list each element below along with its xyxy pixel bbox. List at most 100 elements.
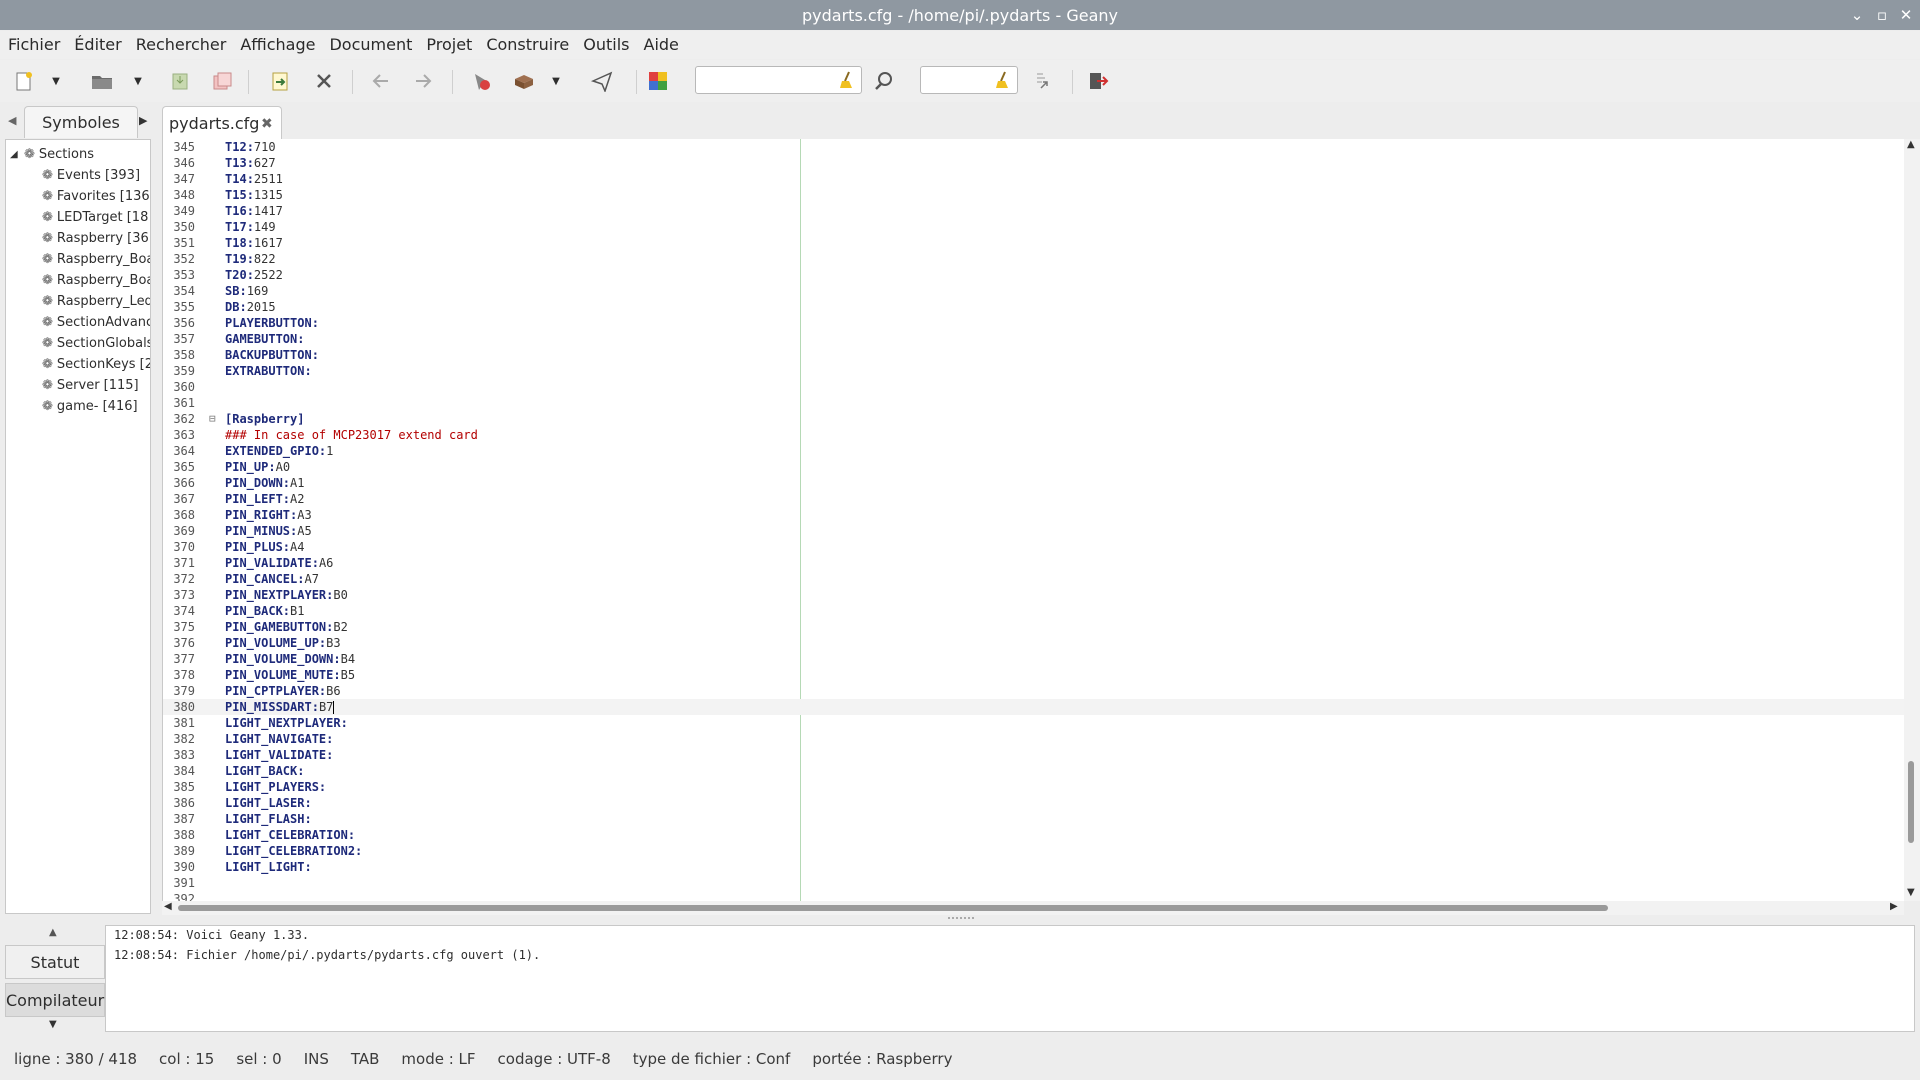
key-value: PIN_VALIDATE:A6 <box>225 555 333 571</box>
new-file-button[interactable] <box>10 68 38 94</box>
compile-icon <box>475 74 490 90</box>
find-button[interactable] <box>870 68 898 94</box>
quit-button[interactable] <box>1084 68 1112 94</box>
key-value: T20:2522 <box>225 267 283 283</box>
line-number: 349 <box>173 204 195 218</box>
save-button[interactable] <box>166 68 194 94</box>
menu-construire[interactable]: Construire <box>482 31 577 59</box>
save-all-button[interactable] <box>208 68 236 94</box>
status-messages[interactable]: 12:08:54: Voici Geany 1.33. 12:08:54: Fi… <box>105 925 1915 1032</box>
tree-item[interactable]: ❁ Raspberry_Led <box>42 292 150 312</box>
line-number: 373 <box>173 588 195 602</box>
separator: : <box>333 668 341 682</box>
scroll-left-icon[interactable]: ◀ <box>164 901 172 912</box>
build-button[interactable] <box>510 68 538 94</box>
code-line: 358 BACKUPBUTTON: <box>163 347 1905 363</box>
vertical-scrollbar[interactable]: ▲ ▼ <box>1904 139 1920 901</box>
close-icon <box>317 74 331 88</box>
code-line: 354 SB:169 <box>163 283 1905 299</box>
code-line: 353 T20:2522 <box>163 267 1905 283</box>
separator: : <box>311 556 319 570</box>
reload-button[interactable] <box>266 68 294 94</box>
code-editor[interactable]: 345 T12:710 346 T13:627 347 T14:2511 348 T15:13… <box>162 139 1905 901</box>
toolbar-separator <box>452 70 453 94</box>
title-bar: pydarts.cfg - /home/pi/.pydarts - Geany … <box>0 0 1920 30</box>
tab-scroll-up-icon[interactable]: ▲ <box>49 927 57 938</box>
scroll-up-icon[interactable]: ▲ <box>1907 139 1915 150</box>
config-key: LIGHT_FLASH <box>225 812 305 826</box>
tree-item[interactable]: ❁ game- [416] <box>42 397 138 417</box>
close-tab-icon[interactable]: ✖ <box>261 107 273 141</box>
horizontal-scrollbar[interactable]: ◀ ▶ <box>162 901 1904 915</box>
config-key: PIN_UP <box>225 460 269 474</box>
tree-item[interactable]: ❁ Raspberry_Boa <box>42 271 150 291</box>
menu-projet[interactable]: Projet <box>422 31 480 59</box>
line-number: 380 <box>173 700 195 714</box>
tree-item[interactable]: ❁ Server [115] <box>42 376 139 396</box>
tab-compilateur[interactable]: Compilateur <box>5 983 105 1017</box>
code-line: 386 LIGHT_LASER: <box>163 795 1905 811</box>
close-window-icon[interactable]: ✕ <box>1895 0 1917 30</box>
code-line: 350 T17:149 <box>163 219 1905 235</box>
tab-symboles[interactable]: Symboles <box>24 106 138 138</box>
menu-outils[interactable]: Outils <box>579 31 637 59</box>
menu-affichage[interactable]: Affichage <box>236 31 323 59</box>
tab-pydarts-cfg[interactable]: pydarts.cfg ✖ <box>162 106 282 140</box>
clear-broom-icon[interactable] <box>995 71 1011 89</box>
scroll-down-icon[interactable]: ▼ <box>1907 887 1915 898</box>
pane-splitter[interactable] <box>948 917 974 923</box>
minimize-icon[interactable]: ⌄ <box>1846 0 1868 30</box>
config-value: A1 <box>290 476 305 490</box>
key-value: PIN_VOLUME_DOWN:B4 <box>225 651 355 667</box>
open-file-button[interactable] <box>88 68 116 94</box>
new-from-template-dropdown[interactable]: ▼ <box>48 68 64 94</box>
tree-item[interactable]: ❁ SectionGlobals <box>42 334 150 354</box>
line-number: 389 <box>173 844 195 858</box>
tab-scroll-right-icon[interactable]: ▶ <box>139 114 147 127</box>
color-chooser-button[interactable] <box>644 68 672 94</box>
expander-down-icon[interactable]: ◢ <box>10 145 22 165</box>
config-key: PIN_VOLUME_DOWN <box>225 652 334 666</box>
menu-editer[interactable]: Éditer <box>70 31 129 59</box>
status-line: ligne : 380 / 418 <box>14 1050 138 1068</box>
section-header: [Raspberry] <box>225 412 305 426</box>
config-value: A7 <box>304 572 319 586</box>
scroll-right-icon[interactable]: ▶ <box>1890 901 1898 912</box>
tree-root-sections[interactable]: ◢ ❁ Sections <box>10 145 94 165</box>
tree-item[interactable]: ❁ SectionKeys [2 <box>42 355 150 375</box>
fold-marker-icon[interactable]: ⊟ <box>209 411 216 427</box>
tab-scroll-left-icon[interactable]: ◀ <box>8 114 16 127</box>
separator: : <box>239 300 247 314</box>
navigate-forward-button[interactable] <box>409 68 437 94</box>
tree-item[interactable]: ❁ Raspberry [36 <box>42 229 149 249</box>
menu-document[interactable]: Document <box>325 31 420 59</box>
section-icon: ❁ <box>42 189 53 204</box>
tree-item[interactable]: ❁ Favorites [136 <box>42 187 150 207</box>
tree-item[interactable]: ❁ LEDTarget [18 <box>42 208 148 228</box>
tree-item[interactable]: ❁ Events [393] <box>42 166 140 186</box>
tree-item[interactable]: ❁ SectionAdvanc <box>42 313 150 333</box>
line-number: 362 <box>173 412 195 426</box>
tab-statut[interactable]: Statut <box>5 945 105 979</box>
maximize-icon[interactable]: ▫ <box>1871 0 1893 30</box>
tree-item[interactable]: ❁ Raspberry_Boa <box>42 250 150 270</box>
horizontal-scroll-thumb[interactable] <box>178 905 1608 911</box>
search-input[interactable] <box>695 66 862 94</box>
compile-button[interactable] <box>467 68 495 94</box>
menu-rechercher[interactable]: Rechercher <box>132 31 235 59</box>
menu-aide[interactable]: Aide <box>640 31 687 59</box>
menu-fichier[interactable]: Fichier <box>4 31 68 59</box>
close-file-button[interactable] <box>310 68 338 94</box>
build-options-dropdown[interactable]: ▼ <box>548 68 564 94</box>
code-line: 378 PIN_VOLUME_MUTE:B5 <box>163 667 1905 683</box>
execute-button[interactable] <box>588 68 616 94</box>
recent-files-dropdown[interactable]: ▼ <box>130 68 146 94</box>
clear-broom-icon[interactable] <box>839 71 855 89</box>
separator: : <box>318 780 327 794</box>
vertical-scroll-thumb[interactable] <box>1908 761 1914 843</box>
goto-line-input[interactable] <box>920 66 1018 94</box>
goto-line-button[interactable] <box>1028 68 1056 94</box>
separator: : <box>326 748 334 762</box>
tab-scroll-down-icon[interactable]: ▼ <box>49 1019 57 1030</box>
navigate-back-button[interactable] <box>367 68 395 94</box>
